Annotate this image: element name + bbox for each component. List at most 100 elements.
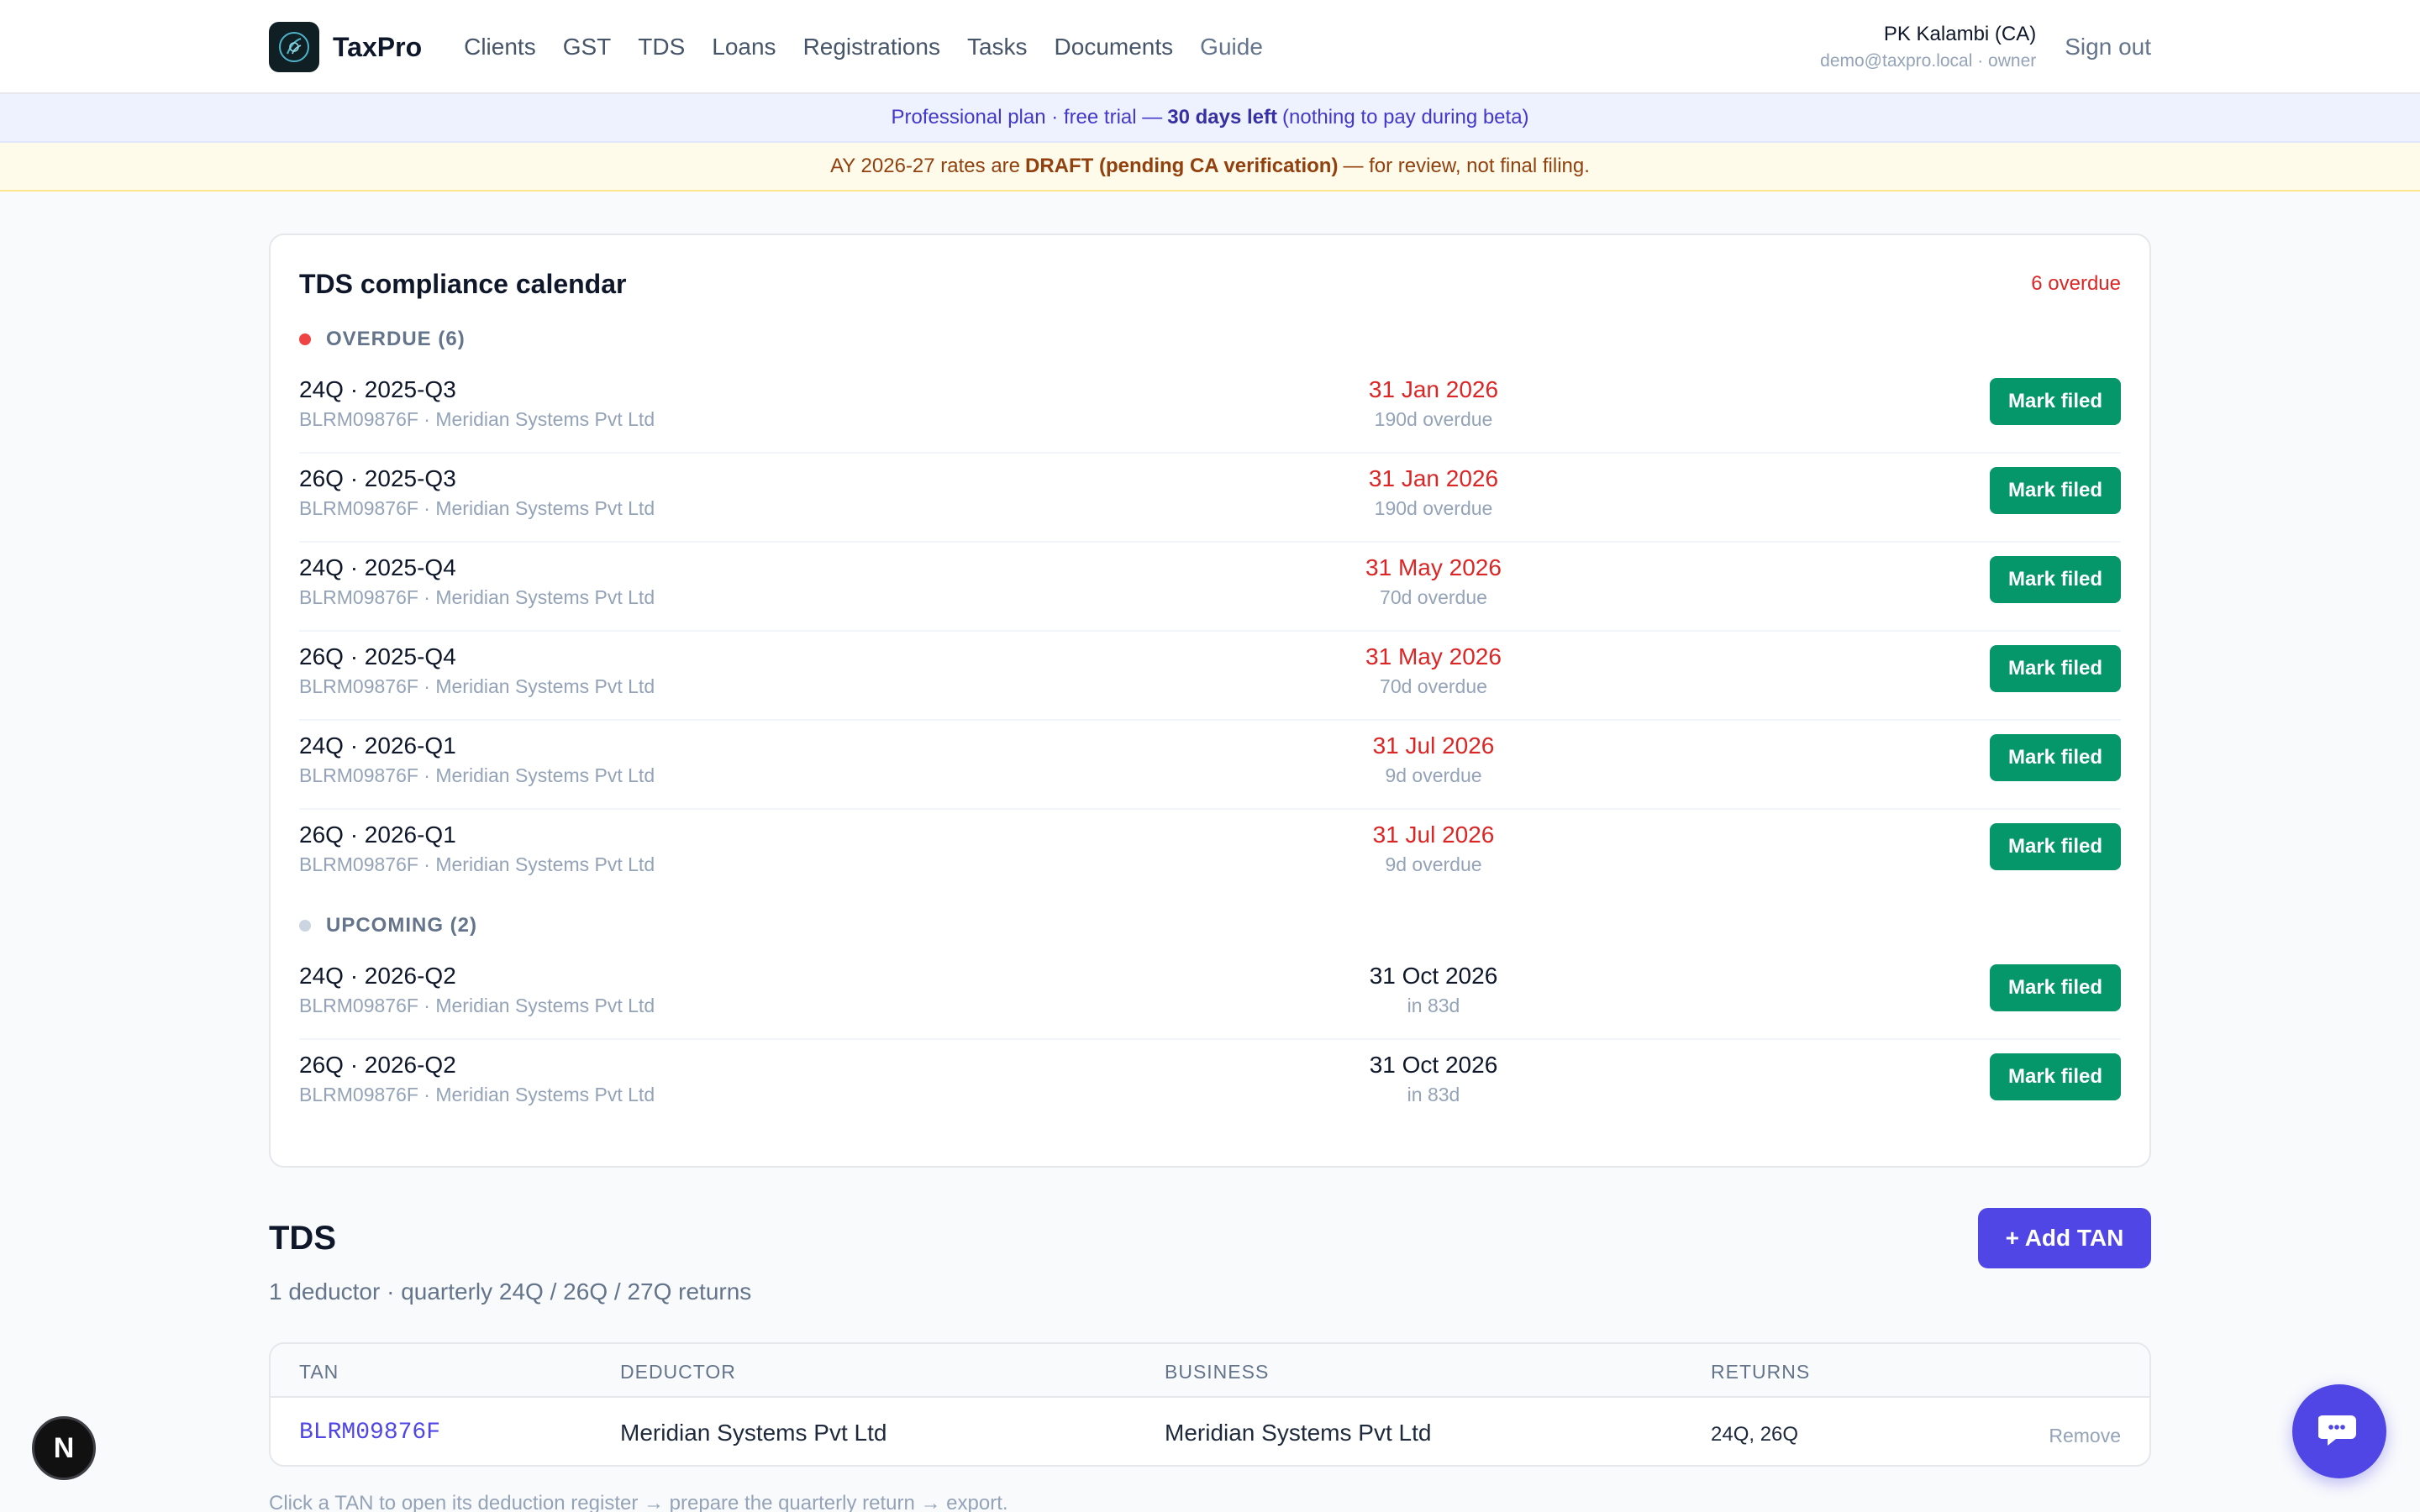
sign-out-link[interactable]: Sign out (2065, 34, 2151, 60)
nextjs-dev-badge[interactable]: N (32, 1416, 96, 1480)
due-relative: 70d overdue (1380, 586, 1487, 608)
top-header: TaxPro Clients GST TDS Loans Registratio… (0, 0, 2420, 94)
draft-rates-banner: AY 2026-27 rates are DRAFT (pending CA v… (0, 143, 2420, 192)
due-date: 31 Jul 2026 (1372, 732, 1495, 759)
plan-banner-prefix: Professional plan · free trial — (891, 106, 1163, 129)
column-header-returns: RETURNS (1711, 1361, 1811, 1383)
due-relative: in 83d (1407, 995, 1460, 1016)
return-deductor: BLRM09876F · Meridian Systems Pvt Ltd (299, 408, 655, 430)
due-relative: 190d overdue (1374, 497, 1493, 519)
return-deductor: BLRM09876F · Meridian Systems Pvt Ltd (299, 853, 655, 875)
nav-documents[interactable]: Documents (1055, 34, 1174, 60)
nav-gst[interactable]: GST (563, 34, 612, 60)
nav-guide[interactable]: Guide (1200, 34, 1263, 60)
user-email-role: demo@taxpro.local · owner (1820, 51, 2037, 71)
calendar-row: 24Q · 2025-Q3 BLRM09876F · Meridian Syst… (299, 365, 2121, 454)
column-header-tan: TAN (299, 1361, 339, 1383)
return-deductor: BLRM09876F · Meridian Systems Pvt Ltd (299, 497, 655, 519)
remove-tan-button[interactable]: Remove (2049, 1425, 2121, 1447)
due-relative: 9d overdue (1385, 853, 1482, 875)
return-title: 26Q · 2026-Q1 (299, 822, 456, 848)
plan-banner: Professional plan · free trial — 30 days… (0, 94, 2420, 143)
user-name: PK Kalambi (CA) (1883, 23, 2037, 45)
tds-compliance-calendar: TDS compliance calendar 6 overdue OVERDU… (269, 234, 2151, 1168)
taxpro-logo-icon[interactable] (269, 22, 319, 72)
plan-banner-suffix: (nothing to pay during beta) (1282, 106, 1529, 129)
mark-filed-button[interactable]: Mark filed (1990, 1053, 2121, 1100)
brand-name[interactable]: TaxPro (333, 32, 422, 63)
return-deductor: BLRM09876F · Meridian Systems Pvt Ltd (299, 764, 655, 786)
return-title: 26Q · 2025-Q3 (299, 465, 456, 491)
return-title: 26Q · 2025-Q4 (299, 643, 456, 669)
chat-launcher-button[interactable] (2292, 1384, 2386, 1478)
due-date: 31 May 2026 (1365, 554, 1502, 580)
mark-filed-button[interactable]: Mark filed (1990, 734, 2121, 781)
column-header-deductor: DEDUCTOR (620, 1361, 736, 1383)
due-date: 31 Oct 2026 (1369, 1052, 1498, 1078)
calendar-row: 24Q · 2025-Q4 BLRM09876F · Meridian Syst… (299, 543, 2121, 632)
mark-filed-button[interactable]: Mark filed (1990, 823, 2121, 870)
overdue-dot-icon (299, 333, 311, 345)
column-header-business: BUSINESS (1165, 1361, 1270, 1383)
return-title: 26Q · 2026-Q2 (299, 1052, 456, 1078)
due-relative: in 83d (1407, 1084, 1460, 1105)
return-title: 24Q · 2025-Q3 (299, 376, 456, 402)
page-subtitle: 1 deductor · quarterly 24Q / 26Q / 27Q r… (269, 1278, 752, 1305)
due-date: 31 Jul 2026 (1372, 822, 1495, 848)
deductor-name: Meridian Systems Pvt Ltd (620, 1420, 887, 1446)
tan-table: TAN DEDUCTOR BUSINESS RETURNS BLRM09876F… (269, 1342, 2151, 1467)
due-date: 31 May 2026 (1365, 643, 1502, 669)
business-name: Meridian Systems Pvt Ltd (1165, 1420, 1432, 1446)
return-deductor: BLRM09876F · Meridian Systems Pvt Ltd (299, 586, 655, 608)
nav-clients[interactable]: Clients (464, 34, 536, 60)
nav-tasks[interactable]: Tasks (967, 34, 1028, 60)
header-inner: TaxPro Clients GST TDS Loans Registratio… (269, 0, 2151, 94)
draft-banner-highlight: DRAFT (pending CA verification) (1025, 155, 1339, 177)
calendar-row: 24Q · 2026-Q1 BLRM09876F · Meridian Syst… (299, 721, 2121, 810)
return-deductor: BLRM09876F · Meridian Systems Pvt Ltd (299, 1084, 655, 1105)
return-deductor: BLRM09876F · Meridian Systems Pvt Ltd (299, 995, 655, 1016)
due-date: 31 Jan 2026 (1368, 465, 1499, 491)
tan-link[interactable]: BLRM09876F (299, 1420, 440, 1446)
upcoming-dot-icon (299, 920, 311, 932)
return-deductor: BLRM09876F · Meridian Systems Pvt Ltd (299, 675, 655, 697)
upcoming-section-heading: UPCOMING (2) (299, 914, 477, 937)
overdue-count-badge: 6 overdue (2031, 272, 2121, 295)
nav-registrations[interactable]: Registrations (803, 34, 940, 60)
due-date: 31 Jan 2026 (1368, 376, 1499, 402)
calendar-row: 26Q · 2026-Q1 BLRM09876F · Meridian Syst… (299, 810, 2121, 899)
calendar-row: 26Q · 2025-Q3 BLRM09876F · Meridian Syst… (299, 454, 2121, 543)
nav-loans[interactable]: Loans (712, 34, 776, 60)
workflow-hint: Click a TAN to open its deduction regist… (269, 1492, 1008, 1512)
overdue-heading-label: OVERDUE (6) (326, 328, 466, 350)
calendar-row: 26Q · 2026-Q2 BLRM09876F · Meridian Syst… (299, 1040, 2121, 1129)
calendar-row: 24Q · 2026-Q2 BLRM09876F · Meridian Syst… (299, 951, 2121, 1040)
mark-filed-button[interactable]: Mark filed (1990, 378, 2121, 425)
main-nav: Clients GST TDS Loans Registrations Task… (464, 34, 1290, 60)
page-title: TDS (269, 1220, 336, 1257)
mark-filed-button[interactable]: Mark filed (1990, 964, 2121, 1011)
due-date: 31 Oct 2026 (1369, 963, 1498, 989)
calendar-row: 26Q · 2025-Q4 BLRM09876F · Meridian Syst… (299, 632, 2121, 721)
draft-banner-suffix: — for review, not final filing. (1343, 155, 1590, 177)
chat-bubble-icon (2317, 1409, 2360, 1455)
upcoming-heading-label: UPCOMING (2) (326, 914, 477, 937)
add-tan-button[interactable]: + Add TAN (1978, 1208, 2151, 1268)
user-info: PK Kalambi (CA) demo@taxpro.local · owne… (1820, 23, 2036, 71)
calendar-title: TDS compliance calendar (299, 269, 627, 299)
due-relative: 190d overdue (1374, 408, 1493, 430)
return-title: 24Q · 2026-Q2 (299, 963, 456, 989)
return-title: 24Q · 2026-Q1 (299, 732, 456, 759)
mark-filed-button[interactable]: Mark filed (1990, 645, 2121, 692)
return-title: 24Q · 2025-Q4 (299, 554, 456, 580)
due-relative: 70d overdue (1380, 675, 1487, 697)
table-header: TAN DEDUCTOR BUSINESS RETURNS (271, 1344, 2149, 1398)
mark-filed-button[interactable]: Mark filed (1990, 556, 2121, 603)
nav-tds[interactable]: TDS (638, 34, 685, 60)
overdue-section-heading: OVERDUE (6) (299, 328, 466, 351)
due-relative: 9d overdue (1385, 764, 1482, 786)
draft-banner-prefix: AY 2026-27 rates are (830, 155, 1021, 177)
mark-filed-button[interactable]: Mark filed (1990, 467, 2121, 514)
returns-list: 24Q, 26Q (1711, 1423, 1799, 1446)
plan-banner-days-left: 30 days left (1167, 106, 1277, 129)
